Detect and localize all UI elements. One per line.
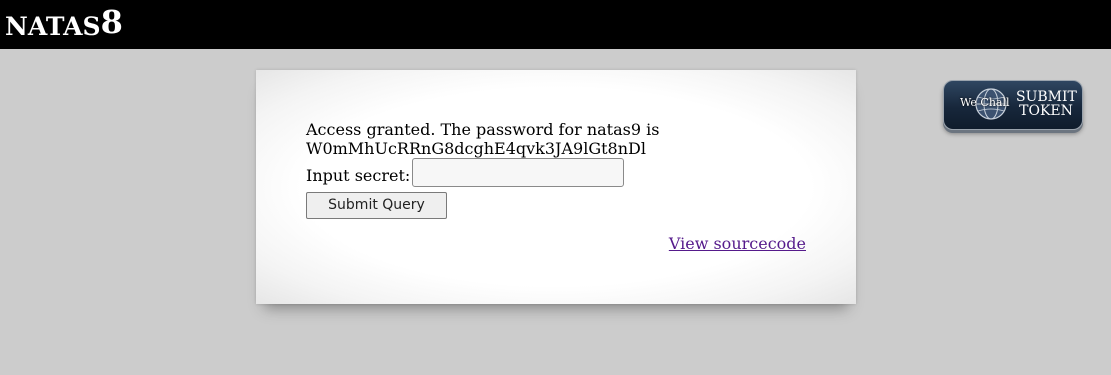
submit-token-line1: SUBMIT xyxy=(1016,89,1077,105)
content-panel: Access granted. The password for natas9 … xyxy=(256,70,856,304)
page-header: NATAS8 xyxy=(0,0,1111,49)
wechall-submit-token-button[interactable]: We Chall SUBMIT TOKEN xyxy=(943,80,1083,130)
view-sourcecode-link[interactable]: View sourcecode xyxy=(669,234,806,253)
site-title-text: NATAS xyxy=(5,12,101,41)
access-message: Access granted. The password for natas9 … xyxy=(306,120,826,158)
access-message-text: Access granted. The password for natas9 … xyxy=(306,120,660,139)
wechall-brand: We Chall xyxy=(960,96,1010,109)
password-value: W0mMhUcRRnG8dcghE4qvk3JA9lGt8nDl xyxy=(306,139,646,158)
site-title: NATAS8 xyxy=(5,5,123,44)
submit-token-label: SUBMIT TOKEN xyxy=(1016,89,1077,119)
site-title-number: 8 xyxy=(100,3,123,41)
secret-input[interactable] xyxy=(412,158,624,187)
submit-query-button[interactable]: Submit Query xyxy=(306,192,447,219)
secret-label: Input secret: xyxy=(306,166,411,185)
submit-token-line2: TOKEN xyxy=(1019,103,1073,119)
